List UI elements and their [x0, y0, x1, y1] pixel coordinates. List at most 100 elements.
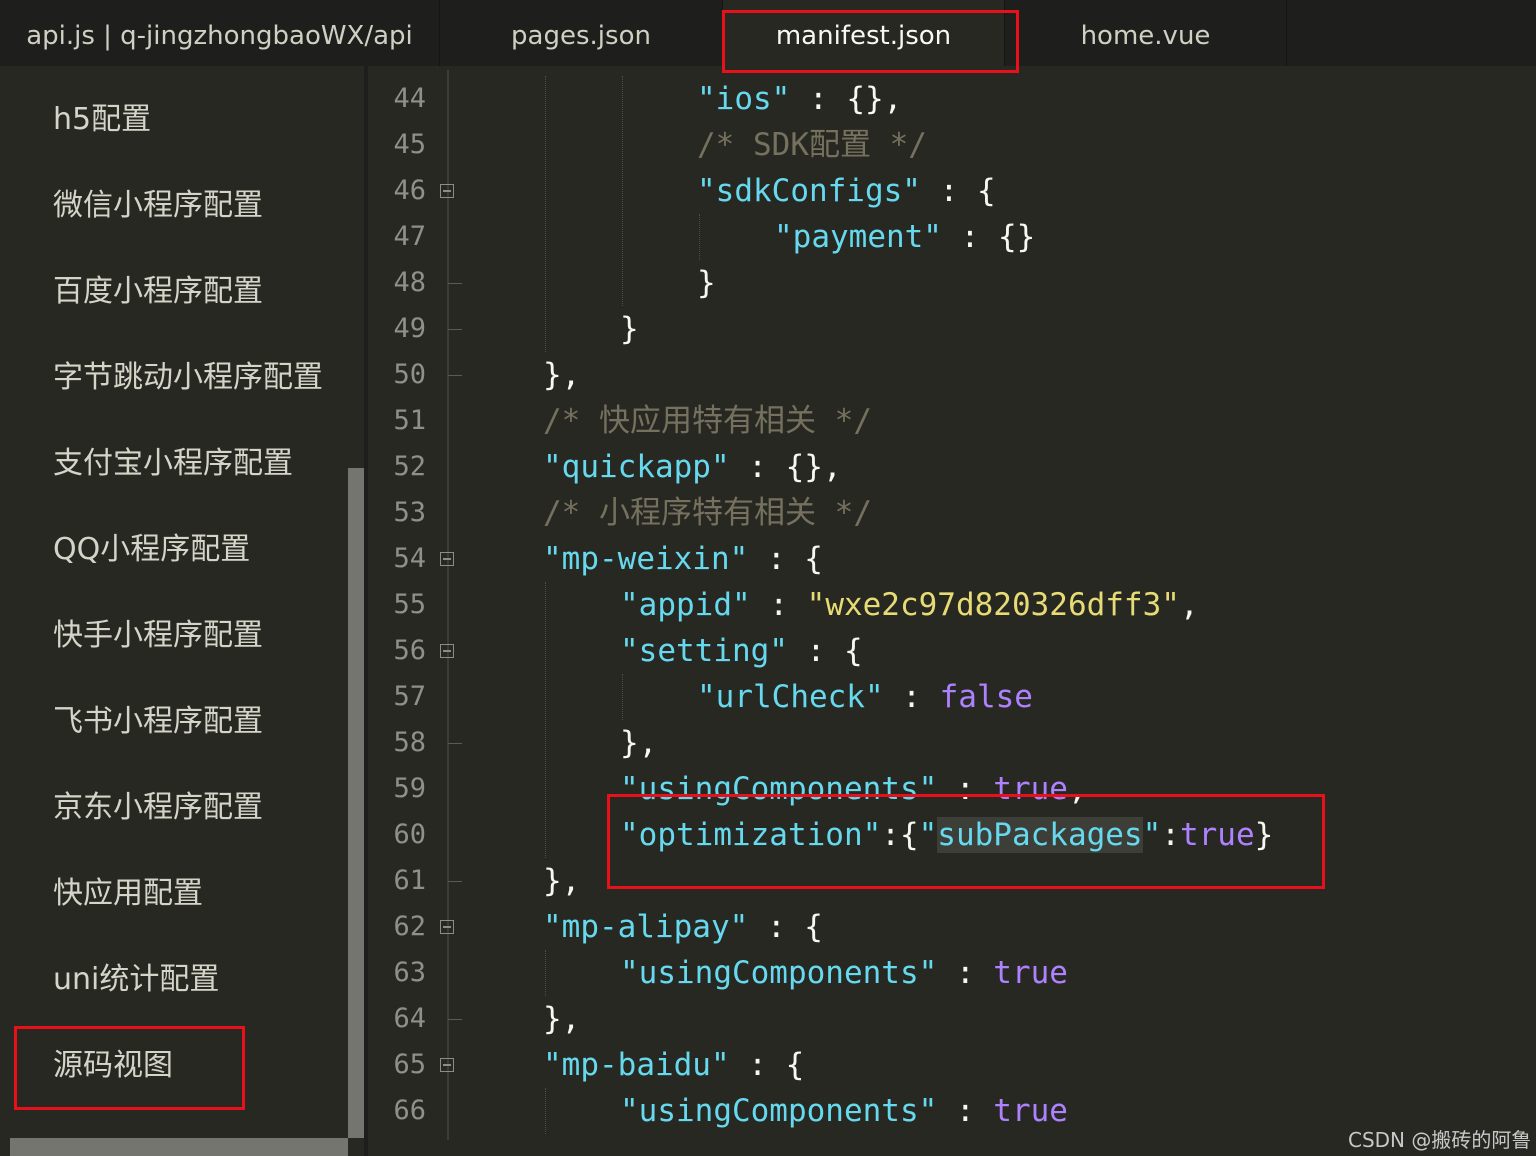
json-punct: },	[543, 357, 581, 393]
line-number: 46	[393, 175, 426, 206]
json-key: "usingComponents"	[620, 1093, 938, 1129]
code-line-63: "usingComponents" : true	[620, 950, 1068, 996]
line-number: 63	[393, 957, 426, 988]
sidebar-item-alipay[interactable]: 支付宝小程序配置	[53, 444, 293, 484]
code-line-51: /* 快应用特有相关 */	[543, 398, 872, 444]
line-number: 53	[393, 497, 426, 528]
json-punct: },	[543, 863, 581, 899]
json-bool-value: false	[939, 679, 1033, 715]
json-punct: :	[937, 1093, 994, 1129]
line-number: 65	[393, 1049, 426, 1080]
json-key: "setting"	[620, 633, 788, 669]
json-punct: : {}	[941, 219, 1036, 255]
code-line-44: "ios" : {},	[697, 76, 902, 122]
tab-highlight-box	[722, 10, 1019, 73]
json-punct: :	[750, 587, 807, 623]
json-key: "mp-weixin"	[543, 541, 749, 577]
json-punct: }	[620, 311, 639, 347]
code-line-62: "mp-alipay" : {	[543, 904, 823, 950]
fold-end-marker	[448, 881, 462, 882]
code-line-52: "quickapp" : {},	[543, 444, 842, 490]
line-number: 60	[393, 819, 426, 850]
watermark: CSDN @搬砖的阿鲁	[1348, 1128, 1532, 1152]
line-number: 64	[393, 1003, 426, 1034]
code-line-48: }	[697, 260, 716, 306]
json-key: "payment"	[774, 219, 942, 255]
fold-toggle-icon[interactable]	[440, 644, 454, 658]
indent-guide	[545, 582, 546, 858]
code-line-54: "mp-weixin" : {	[543, 536, 823, 582]
json-punct: : {	[920, 173, 996, 209]
code-comment: /* 小程序特有相关 */	[543, 495, 872, 531]
line-number: 58	[393, 727, 426, 758]
line-number: 57	[393, 681, 426, 712]
json-key: "mp-alipay"	[543, 909, 749, 945]
json-key: "urlCheck"	[697, 679, 884, 715]
sidebar-item-baidu[interactable]: 百度小程序配置	[53, 272, 263, 312]
indent-guide	[699, 214, 700, 260]
code-line-66: "usingComponents" : true	[620, 1088, 1068, 1134]
line-number: 56	[393, 635, 426, 666]
sidebar-item-quickapp[interactable]: 快应用配置	[53, 874, 203, 914]
line-number: 61	[393, 865, 426, 896]
sidebar-horizontal-scrollbar[interactable]	[10, 1138, 348, 1156]
tab-pages-json[interactable]: pages.json	[440, 0, 723, 66]
json-punct: : {	[748, 541, 823, 577]
code-line-58: },	[620, 720, 657, 766]
code-line-61: },	[543, 858, 580, 904]
fold-guide-line	[447, 70, 449, 1140]
json-punct: : {	[729, 1047, 805, 1083]
json-key: "sdkConfigs"	[697, 173, 921, 209]
json-punct: }	[697, 265, 716, 301]
fold-toggle-icon[interactable]	[440, 552, 454, 566]
line-number: 59	[393, 773, 426, 804]
line-number: 54	[393, 543, 426, 574]
code-comment: /* SDK配置 */	[697, 127, 927, 163]
indent-guide	[545, 950, 546, 996]
json-punct: :	[937, 955, 994, 991]
json-string-value: "wxe2c97d820326dff3"	[806, 587, 1180, 623]
fold-toggle-icon[interactable]	[440, 920, 454, 934]
sidebar-item-jd[interactable]: 京东小程序配置	[53, 788, 263, 828]
line-number: 62	[393, 911, 426, 942]
sidebar-scrollbar-thumb[interactable]	[348, 468, 364, 1138]
sidebar-item-toutiao[interactable]: 字节跳动小程序配置	[53, 358, 323, 398]
indent-guide	[545, 76, 546, 352]
sidebar-item-feishu[interactable]: 飞书小程序配置	[53, 702, 263, 742]
sidebar-item-kuaishou[interactable]: 快手小程序配置	[53, 616, 263, 656]
indent-guide	[622, 76, 623, 306]
line-number: 51	[393, 405, 426, 436]
code-line-46: "sdkConfigs" : {	[697, 168, 996, 214]
sidebar-item-h5[interactable]: h5配置	[53, 100, 151, 140]
json-bool-value: true	[993, 1093, 1068, 1129]
fold-end-marker	[448, 1019, 462, 1020]
code-line-50: },	[543, 352, 580, 398]
json-key: "usingComponents"	[620, 955, 938, 991]
line-number: 66	[393, 1095, 426, 1126]
json-punct: : {},	[790, 81, 903, 117]
json-punct: : {},	[729, 449, 842, 485]
sidebar-item-qq[interactable]: QQ小程序配置	[53, 530, 250, 570]
json-key: "mp-baidu"	[543, 1047, 730, 1083]
tab-home-vue[interactable]: home.vue	[1005, 0, 1287, 66]
code-line-55: "appid" : "wxe2c97d820326dff3",	[620, 582, 1199, 628]
json-key: "ios"	[697, 81, 791, 117]
code-line-49: }	[620, 306, 639, 352]
json-punct: : {	[748, 909, 823, 945]
sidebar-item-weixin[interactable]: 微信小程序配置	[53, 186, 263, 226]
json-punct: },	[543, 1001, 581, 1037]
line-number: 55	[393, 589, 426, 620]
fold-toggle-icon[interactable]	[440, 184, 454, 198]
fold-toggle-icon[interactable]	[440, 1058, 454, 1072]
tab-api-js[interactable]: api.js | q-jingzhongbaoWX/api	[0, 0, 440, 66]
code-line-47: "payment" : {}	[774, 214, 1035, 260]
code-line-56: "setting" : {	[620, 628, 863, 674]
line-number: 50	[393, 359, 426, 390]
fold-end-marker	[448, 375, 462, 376]
code-comment: /* 快应用特有相关 */	[543, 403, 872, 439]
json-key: "appid"	[620, 587, 751, 623]
code-line-53: /* 小程序特有相关 */	[543, 490, 872, 536]
json-punct: ,	[1179, 587, 1199, 623]
sidebar-item-uni-stat[interactable]: uni统计配置	[53, 960, 219, 1000]
editor-divider	[364, 66, 368, 1156]
